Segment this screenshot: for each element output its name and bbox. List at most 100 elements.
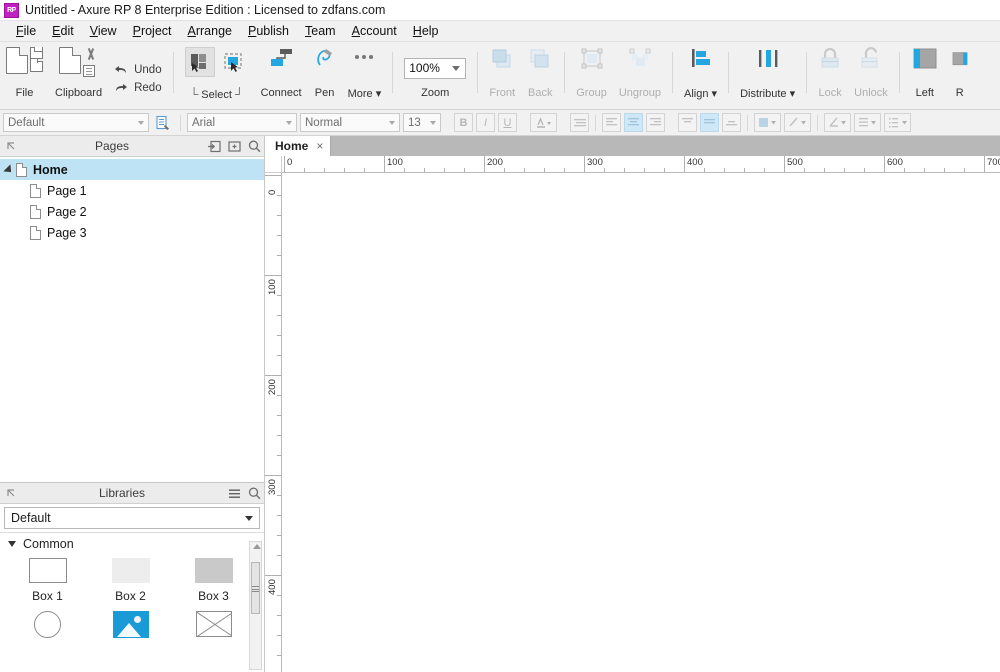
valign-top-button[interactable] (678, 113, 697, 132)
collapse-icon[interactable] (0, 483, 20, 503)
library-widget-box-2[interactable]: Box 2 (89, 555, 172, 603)
font-family-select[interactable]: Arial (187, 113, 297, 132)
text-color-icon (535, 116, 553, 130)
text-color-button[interactable] (530, 113, 557, 132)
search-icon[interactable] (244, 483, 264, 503)
ruler-minor-tick (664, 168, 665, 172)
widget-style-select[interactable]: Default (3, 113, 149, 132)
tree-item-page-3[interactable]: Page 3 (0, 222, 264, 243)
valign-bottom-button[interactable] (722, 113, 741, 132)
tree-item-page-2[interactable]: Page 2 (0, 201, 264, 222)
library-widget-ellipse[interactable] (6, 609, 89, 639)
open-folder-icon[interactable] (30, 61, 43, 72)
hamburger-icon[interactable] (224, 483, 244, 503)
pen-label: Pen (315, 87, 335, 99)
rectangle-icon (195, 558, 233, 583)
redo-button[interactable]: Redo (114, 82, 162, 94)
library-widget-image[interactable] (89, 609, 172, 639)
unlock-icon (859, 47, 883, 71)
menu-project[interactable]: Project (125, 22, 180, 40)
libraries-panel-header: Libraries (0, 483, 264, 504)
menu-arrange[interactable]: Arrange (180, 22, 240, 40)
menu-edit[interactable]: Edit (44, 22, 82, 40)
line-angle-button[interactable] (824, 113, 851, 132)
toolbar-group-align[interactable]: Align ▾ (678, 44, 723, 109)
toolbar-group-ungroup[interactable]: Ungroup (613, 44, 667, 109)
toolbar-group-front[interactable]: Front (483, 44, 521, 109)
style-paint-button[interactable] (152, 113, 174, 132)
bracket-left-icon: └ (190, 87, 199, 101)
scroll-up-arrow-icon[interactable] (253, 544, 261, 549)
font-size-select[interactable]: 13 (403, 113, 441, 132)
tree-item-home[interactable]: Home (0, 159, 264, 180)
underline-button[interactable]: U (498, 113, 517, 132)
toolbar-group-distribute[interactable]: Distribute ▾ (734, 44, 801, 109)
line-style-button[interactable] (854, 113, 881, 132)
toolbar-group-connect[interactable]: Connect (255, 44, 308, 109)
design-canvas[interactable] (282, 173, 1000, 672)
menu-team[interactable]: Team (297, 22, 344, 40)
copy-icon[interactable] (83, 65, 95, 77)
search-icon[interactable] (244, 136, 264, 156)
new-file-button[interactable] (6, 47, 28, 74)
library-widget-box-3[interactable]: Box 3 (172, 555, 255, 603)
menu-account[interactable]: Account (344, 22, 405, 40)
library-widget-placeholder[interactable] (172, 609, 255, 639)
zoom-select[interactable]: 100% (404, 58, 466, 79)
library-scrollbar[interactable] (249, 541, 262, 670)
connector-mode-button[interactable] (219, 47, 249, 77)
paste-button[interactable] (59, 47, 81, 74)
canvas-tab-home[interactable]: Home × (265, 136, 331, 156)
align-right-icon (649, 117, 662, 128)
library-section-common[interactable]: Common (0, 533, 264, 555)
align-right-button[interactable] (646, 113, 665, 132)
menu-help[interactable]: Help (405, 22, 447, 40)
close-icon[interactable]: × (316, 139, 323, 153)
bold-button[interactable]: B (454, 113, 473, 132)
italic-button[interactable]: I (476, 113, 495, 132)
canvas-area: Home × 0100200300400500600700 0100200300… (265, 136, 1000, 672)
toolbar-group-pen[interactable]: Pen (308, 44, 342, 109)
collapse-icon[interactable] (0, 136, 20, 156)
font-weight-select[interactable]: Normal (300, 113, 400, 132)
valign-middle-button[interactable] (700, 113, 719, 132)
library-widget-box-1[interactable]: Box 1 (6, 555, 89, 603)
line-color-button[interactable] (784, 113, 811, 132)
ruler-minor-tick (824, 168, 825, 172)
menu-view[interactable]: View (82, 22, 125, 40)
list-icon (573, 117, 587, 129)
bullet-list-button[interactable] (884, 113, 911, 132)
ruler-minor-tick (277, 195, 281, 196)
ruler-minor-tick (277, 395, 281, 396)
toolbar-group-group[interactable]: Group (570, 44, 613, 109)
bracket-right-icon: ┘ (235, 87, 244, 101)
ruler-label: 400 (687, 157, 703, 168)
ruler-minor-tick (277, 615, 281, 616)
menu-publish[interactable]: Publish (240, 22, 297, 40)
tree-item-page-1[interactable]: Page 1 (0, 180, 264, 201)
library-select[interactable]: Default (4, 507, 260, 529)
menu-file[interactable]: File (8, 22, 44, 40)
toolbar-group-more[interactable]: More ▾ (342, 44, 388, 109)
expand-triangle-icon[interactable] (3, 164, 14, 175)
text-list-button[interactable] (570, 113, 589, 132)
undo-button[interactable]: Undo (114, 64, 162, 76)
cut-icon[interactable] (83, 47, 99, 63)
add-folder-icon[interactable] (224, 136, 244, 156)
align-center-button[interactable] (624, 113, 643, 132)
lock-label: Lock (819, 87, 842, 99)
toolbar-group-file: File (0, 44, 49, 109)
ruler-minor-tick (304, 168, 305, 172)
ruler-minor-tick (624, 168, 625, 172)
toolbar-group-left[interactable]: Left (905, 44, 945, 109)
toolbar-group-right[interactable]: R (945, 44, 969, 109)
toolbar-group-lock[interactable]: Lock (812, 44, 848, 109)
fill-color-button[interactable] (754, 113, 781, 132)
align-left-button[interactable] (602, 113, 621, 132)
toolbar-group-back[interactable]: Back (521, 44, 559, 109)
scrollbar-thumb[interactable] (251, 562, 260, 614)
title-bar: RP Untitled - Axure RP 8 Enterprise Edit… (0, 0, 1000, 21)
add-page-icon[interactable] (204, 136, 224, 156)
toolbar-group-unlock[interactable]: Unlock (848, 44, 894, 109)
select-mode-button[interactable] (185, 47, 215, 77)
